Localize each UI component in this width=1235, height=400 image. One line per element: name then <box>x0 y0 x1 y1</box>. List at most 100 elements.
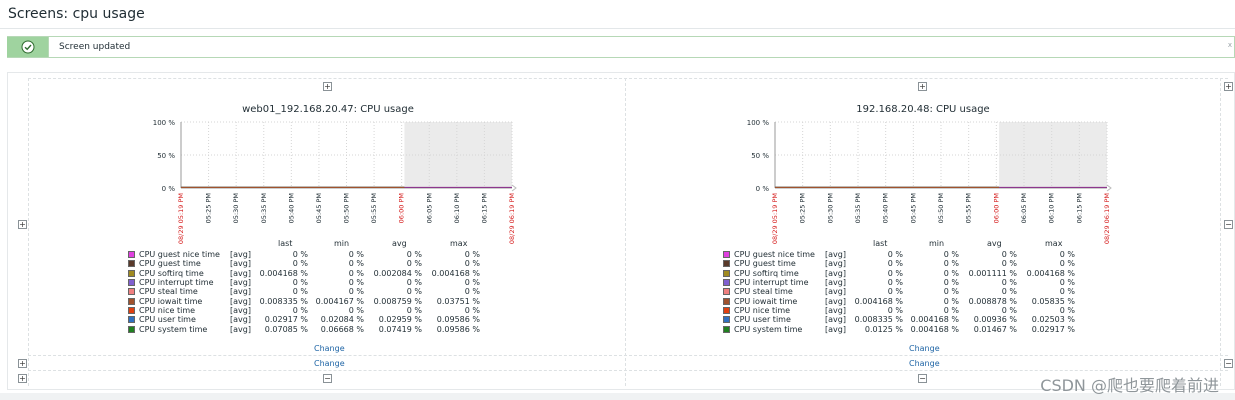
legend-value-max: 0 % <box>1059 306 1075 316</box>
x-tick-label: 05:45 PM <box>909 193 917 223</box>
x-tick-label: 06:05 PM <box>1020 193 1028 223</box>
add-column-left-button[interactable]: + <box>323 82 332 91</box>
x-tick-label: 05:30 PM <box>232 193 240 223</box>
x-tick-label: 05:50 PM <box>937 193 945 223</box>
x-tick-label: 08/29 06:19 PM <box>1103 193 1111 244</box>
x-tick-label: 06:05 PM <box>425 193 433 223</box>
legend-item-name: CPU steal time <box>734 287 793 297</box>
x-tick-label: 06:00 PM <box>398 193 406 223</box>
add-row-end-button[interactable]: + <box>18 374 27 383</box>
legend-row: CPU interrupt time [avg] 0 % 0 % 0 % 0 % <box>128 278 508 287</box>
legend-item-name: CPU nice time <box>734 306 791 316</box>
remove-column-left-button[interactable]: − <box>323 374 332 383</box>
message-text: Screen updated <box>59 42 131 52</box>
legend-value-max: 0 % <box>464 259 480 269</box>
watermark-text: CSDN @爬也要爬着前进 <box>1040 376 1219 395</box>
change-row-right-link[interactable]: Change <box>909 359 940 368</box>
legend-item-name: CPU steal time <box>139 287 198 297</box>
remove-column-right-button[interactable]: − <box>918 374 927 383</box>
legend-swatch <box>723 325 730 333</box>
add-column-right-button[interactable]: + <box>918 82 927 91</box>
legend-value-max: 0.02503 % <box>1031 315 1075 325</box>
x-tick-label: 05:40 PM <box>287 193 295 223</box>
legend-header-avg: avg <box>987 239 1002 248</box>
change-row-left-link[interactable]: Change <box>314 359 345 368</box>
y-tick-label: 50 % <box>157 152 175 160</box>
change-graph-20-48-link[interactable]: Change <box>909 344 940 353</box>
legend-header-last: last <box>278 239 293 248</box>
legend-item-name: CPU system time <box>734 324 803 334</box>
legend-value-max: 0 % <box>1059 287 1075 297</box>
grid-line-right <box>1220 78 1221 386</box>
legend-header-max: max <box>1045 239 1063 248</box>
legend-item-name: CPU guest time <box>139 259 201 269</box>
legend-row: CPU nice time [avg] 0 % 0 % 0 % 0 % <box>723 306 1103 315</box>
legend-header-min: min <box>334 239 350 248</box>
legend-row: CPU steal time [avg] 0 % 0 % 0 % 0 % <box>723 287 1103 296</box>
legend-20-48: last min avg max CPU guest nice time [avg] 0 %… <box>723 239 1103 339</box>
legend-item-name: CPU interrupt time <box>139 278 214 288</box>
legend-swatch <box>723 316 730 324</box>
legend-swatch <box>723 260 730 268</box>
x-tick-label: 06:10 PM <box>453 193 461 223</box>
y-tick-label: 0 % <box>756 185 770 193</box>
x-tick-label: 05:35 PM <box>854 193 862 223</box>
x-tick-label: 08/29 06:19 PM <box>508 193 516 244</box>
legend-row: CPU guest nice time [avg] 0 % 0 % 0 % 0 % <box>723 250 1103 259</box>
add-row-bottom-button[interactable]: + <box>18 359 27 368</box>
grid-line-top <box>28 78 1228 79</box>
legend-swatch <box>723 307 730 315</box>
legend-item-name: CPU iowait time <box>734 296 798 306</box>
legend-item-name: CPU iowait time <box>139 296 203 306</box>
legend-value-max: 0 % <box>464 287 480 297</box>
legend-swatch <box>128 279 135 287</box>
legend-header-avg: avg <box>392 239 407 248</box>
x-tick-label: 05:40 PM <box>882 193 890 223</box>
legend-item-name: CPU user time <box>139 315 196 325</box>
message-bar: Screen updated x <box>7 36 1235 58</box>
y-tick-label: 100 % <box>153 119 176 127</box>
legend-row: CPU system time [avg] 0.07085 % 0.06668 % 0.… <box>128 325 508 334</box>
legend-item-name: CPU softirq time <box>734 268 799 278</box>
chart-title: 192.168.20.48: CPU usage <box>856 104 989 115</box>
page-title: Screens: cpu usage <box>8 6 145 22</box>
legend-swatch <box>128 288 135 296</box>
legend-value-max: 0.03751 % <box>436 296 480 306</box>
legend-item-name: CPU guest time <box>734 259 796 269</box>
legend-value-max: 0 % <box>464 278 480 288</box>
x-tick-label: 06:00 PM <box>992 193 1000 223</box>
legend-swatch <box>723 269 730 277</box>
add-column-end-button[interactable]: + <box>1224 82 1233 91</box>
x-tick-label: 05:55 PM <box>370 193 378 223</box>
legend-swatch <box>723 297 730 305</box>
x-tick-label: 06:15 PM <box>1075 193 1083 223</box>
legend-row: CPU softirq time [avg] 0 % 0 % 0.001111 % 0.0… <box>723 269 1103 278</box>
legend-row: CPU iowait time [avg] 0.008335 % 0.004167 %… <box>128 297 508 306</box>
legend-header-last: last <box>873 239 888 248</box>
remove-row-button[interactable]: − <box>1224 220 1233 229</box>
x-axis-arrow <box>511 184 517 192</box>
legend-swatch <box>128 316 135 324</box>
legend-header-min: min <box>929 239 945 248</box>
legend-value-max: 0.004168 % <box>1026 268 1075 278</box>
y-tick-label: 0 % <box>162 185 176 193</box>
future-area <box>404 122 512 188</box>
x-tick-label: 05:50 PM <box>343 193 351 223</box>
legend-row: CPU iowait time [avg] 0.004168 % 0 % 0.00887… <box>723 297 1103 306</box>
x-tick-label: 05:25 PM <box>799 193 807 223</box>
title-divider <box>0 28 1235 29</box>
grid-line-mid <box>28 355 1228 356</box>
legend-row: CPU system time [avg] 0.0125 % 0.004168 % 0.… <box>723 325 1103 334</box>
legend-item-name: CPU interrupt time <box>734 278 809 288</box>
message-close-button[interactable]: x <box>1228 41 1232 49</box>
change-graph-web01-link[interactable]: Change <box>314 344 345 353</box>
legend-row: CPU user time [avg] 0.008335 % 0.004168 % 0.… <box>723 315 1103 324</box>
chart-web01-cpu: web01_192.168.20.47: CPU usage 0 % 50 % 100… <box>153 104 517 244</box>
remove-row-bottom-button[interactable]: − <box>1224 359 1233 368</box>
legend-swatch <box>128 325 135 333</box>
grid-line-bottom <box>28 370 1228 371</box>
add-row-button[interactable]: + <box>18 220 27 229</box>
legend-swatch <box>128 297 135 305</box>
x-tick-label: 06:15 PM <box>480 193 488 223</box>
legend-row: CPU interrupt time [avg] 0 % 0 % 0 % 0 % <box>723 278 1103 287</box>
